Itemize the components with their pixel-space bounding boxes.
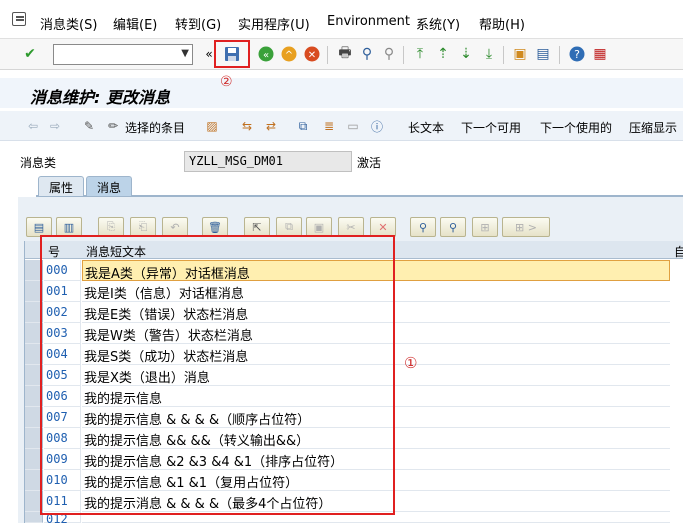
svg-text:«: « bbox=[263, 50, 269, 61]
cut-icon[interactable]: ✂ bbox=[338, 217, 364, 237]
transport-icon[interactable]: ⇄ bbox=[262, 117, 280, 135]
menu-bar: 消息类(S) 编辑(E) 转到(G) 实用程序(U) Environment 系… bbox=[0, 0, 683, 38]
svg-text:^: ^ bbox=[285, 50, 293, 61]
menu-goto[interactable]: 转到(G) bbox=[175, 14, 221, 33]
paste-icon[interactable]: ▣ bbox=[306, 217, 332, 237]
help-icon[interactable]: ? bbox=[567, 44, 587, 64]
system-menu-icon[interactable] bbox=[12, 12, 26, 26]
forward-arrow-icon[interactable]: ⇨ bbox=[46, 117, 64, 135]
back-icon[interactable]: « bbox=[256, 44, 276, 64]
selected-entries-button[interactable]: 选择的条目 bbox=[125, 119, 185, 136]
where-used-icon[interactable]: ⇆ bbox=[238, 117, 256, 135]
next-page-icon[interactable]: ⇣ bbox=[456, 44, 476, 64]
display-change-icon[interactable]: ✎ bbox=[80, 117, 98, 135]
compress-display-button[interactable]: 压缩显示 bbox=[629, 119, 677, 136]
print-icon[interactable]: 🖶 bbox=[335, 44, 355, 64]
menu-environment[interactable]: Environment bbox=[327, 14, 410, 29]
long-text-button[interactable]: 长文本 bbox=[408, 119, 444, 136]
clipboard-icon[interactable]: ▨ bbox=[203, 117, 221, 135]
annotation-marker-one: ① bbox=[404, 354, 418, 372]
menu-edit[interactable]: 编辑(E) bbox=[113, 14, 157, 33]
more-functions-icon[interactable]: ⊞ > bbox=[502, 217, 550, 237]
column-header-self-explanatory[interactable]: 自 bbox=[670, 241, 683, 259]
select-block-icon[interactable]: ⇱ bbox=[244, 217, 270, 237]
next-available-button[interactable]: 下一个可用 bbox=[461, 119, 521, 136]
message-class-field: YZLL_MSG_DM01 bbox=[184, 151, 352, 172]
next-used-button[interactable]: 下一个使用的 bbox=[540, 119, 612, 136]
info-icon[interactable]: ⓘ bbox=[368, 117, 386, 135]
trash-icon[interactable]: 🗑 bbox=[202, 217, 228, 237]
back-arrow-icon[interactable]: ⇦ bbox=[24, 117, 42, 135]
find-next-icon[interactable]: ⚲ bbox=[440, 217, 466, 237]
title-bar: 消息维护: 更改消息 bbox=[0, 78, 683, 108]
exit-icon[interactable]: ^ bbox=[279, 44, 299, 64]
hierarchy-icon[interactable]: ⧉ bbox=[294, 117, 312, 135]
toolbar-separator bbox=[403, 46, 404, 64]
find-icon[interactable]: ⚲ bbox=[357, 44, 377, 64]
application-toolbar: ⇦ ⇨ ✎ ✏ 选择的条目 ▨ ⇆ ⇄ ⧉ ≣ ▭ ⓘ 长文本 下一个可用 下一… bbox=[0, 111, 683, 141]
annotation-marker-two: ② bbox=[220, 74, 233, 90]
menu-utilities[interactable]: 实用程序(U) bbox=[238, 14, 310, 33]
undo-icon[interactable]: ↶ bbox=[162, 217, 188, 237]
select-all-icon[interactable]: ▥ bbox=[56, 217, 82, 237]
insert-row-icon[interactable]: ⎘ bbox=[98, 217, 124, 237]
annotation-box-messages bbox=[40, 235, 395, 515]
pencil-icon[interactable]: ✏ bbox=[104, 117, 122, 135]
new-session-icon[interactable]: ▣ bbox=[510, 44, 530, 64]
cancel-icon[interactable]: ✕ bbox=[302, 44, 322, 64]
standard-toolbar: ✔ ▼ « « ^ ✕ 🖶 ⚲ ⚲ ⤒ ⇡ ⇣ ⤓ ▣ ▤ ? ▦ bbox=[0, 38, 683, 70]
command-field[interactable]: ▼ bbox=[53, 44, 193, 65]
message-class-label: 消息类 bbox=[20, 156, 57, 170]
page-title: 消息维护: 更改消息 bbox=[30, 88, 170, 107]
find-next-icon[interactable]: ⚲ bbox=[379, 44, 399, 64]
find-icon[interactable]: ⚲ bbox=[410, 217, 436, 237]
menu-system[interactable]: 系统(Y) bbox=[416, 14, 460, 33]
shortcut-icon[interactable]: ▤ bbox=[533, 44, 553, 64]
table-icon[interactable]: ▭ bbox=[344, 117, 362, 135]
menu-help[interactable]: 帮助(H) bbox=[479, 14, 525, 33]
detail-icon[interactable]: ▤ bbox=[26, 217, 52, 237]
chevron-down-icon[interactable]: ▼ bbox=[181, 48, 189, 59]
svg-text:?: ? bbox=[574, 48, 580, 61]
toolbar-separator bbox=[559, 46, 560, 64]
annotation-box-save bbox=[214, 40, 250, 68]
tab-strip-divider bbox=[36, 195, 683, 197]
enter-icon[interactable]: ✔ bbox=[20, 44, 40, 64]
svg-text:✕: ✕ bbox=[308, 50, 316, 61]
toolbar-separator bbox=[503, 46, 504, 64]
delete-icon[interactable]: ✕ bbox=[370, 217, 396, 237]
toolbar-separator bbox=[327, 46, 328, 64]
tab-attributes[interactable]: 属性 bbox=[38, 176, 85, 196]
status-text: 激活 bbox=[357, 156, 382, 170]
previous-page-icon[interactable]: ⇡ bbox=[433, 44, 453, 64]
append-row-icon[interactable]: ⎗ bbox=[130, 217, 156, 237]
first-page-icon[interactable]: ⤒ bbox=[410, 44, 430, 64]
last-page-icon[interactable]: ⤓ bbox=[479, 44, 499, 64]
customize-layout-icon[interactable]: ▦ bbox=[590, 44, 610, 64]
tab-messages[interactable]: 消息 bbox=[86, 176, 133, 196]
stack-icon[interactable]: ≣ bbox=[320, 117, 338, 135]
sort-icon[interactable]: ⊞ bbox=[472, 217, 498, 237]
menu-message-class[interactable]: 消息类(S) bbox=[40, 14, 97, 33]
copy-icon[interactable]: ⧉ bbox=[276, 217, 302, 237]
